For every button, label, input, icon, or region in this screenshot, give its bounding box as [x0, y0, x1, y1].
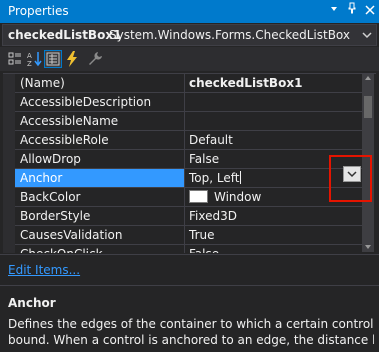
property-name: Anchor — [15, 169, 184, 188]
dropdown-arrow-icon — [331, 7, 337, 11]
property-name: BorderStyle — [15, 207, 184, 226]
events-icon — [67, 51, 77, 67]
property-row-accessibledescription[interactable]: AccessibleDescription — [3, 93, 363, 112]
property-value[interactable]: False — [184, 245, 363, 253]
description-line: Defines the edges of the container to wh… — [8, 317, 374, 331]
text-caret — [240, 171, 242, 184]
alphabetical-icon: A Z — [27, 52, 42, 68]
close-icon — [365, 5, 375, 15]
description-title: Anchor — [8, 296, 56, 310]
object-selector-dropdown[interactable]: checkedListBox1 System.Windows.Forms.Che… — [2, 24, 377, 46]
property-value[interactable]: True — [184, 226, 363, 245]
close-button[interactable] — [362, 2, 378, 20]
property-name: BackColor — [15, 188, 184, 207]
svg-text:Z: Z — [27, 60, 32, 68]
property-row-causesvalidation[interactable]: CausesValidation True — [3, 226, 363, 245]
chevron-down-icon — [362, 32, 372, 39]
property-value[interactable] — [184, 112, 363, 131]
description-pane: Anchor Defines the edges of the containe… — [0, 285, 379, 352]
property-value: Top, Left — [189, 171, 240, 185]
property-pages-button[interactable] — [86, 50, 104, 68]
description-line: bound. When a control is anchored to an … — [8, 333, 374, 347]
edit-items-link[interactable]: Edit Items... — [8, 263, 80, 277]
property-row-accessiblename[interactable]: AccessibleName — [3, 112, 363, 131]
properties-icon — [46, 52, 60, 66]
categorized-icon — [8, 52, 21, 65]
scrollbar-thumb[interactable] — [364, 96, 372, 118]
svg-text:A: A — [27, 52, 32, 60]
title-bar: Properties — [0, 0, 379, 23]
property-row-name[interactable]: (Name) checkedListBox1 — [3, 74, 363, 93]
property-value: Window — [214, 190, 262, 204]
property-name: (Name) — [15, 74, 184, 93]
property-name: AccessibleName — [15, 112, 184, 131]
property-name: AccessibleDescription — [15, 93, 184, 112]
property-row-anchor[interactable]: Anchor Top, Left — [3, 169, 363, 188]
property-row-checkonclick[interactable]: CheckOnClick False — [3, 245, 363, 253]
color-swatch — [189, 190, 208, 203]
description-text: Defines the edges of the container to wh… — [8, 316, 374, 348]
properties-button[interactable] — [44, 50, 62, 68]
events-button[interactable] — [63, 50, 81, 68]
scroll-down-arrow-icon[interactable] — [365, 245, 371, 249]
wrench-icon — [89, 52, 102, 65]
pin-icon — [348, 2, 356, 14]
selected-object-type: System.Windows.Forms.CheckedListBox — [109, 28, 351, 42]
property-value[interactable] — [184, 93, 363, 112]
property-name: AccessibleRole — [15, 131, 184, 150]
property-value[interactable]: checkedListBox1 — [184, 74, 363, 93]
property-value[interactable]: Default — [184, 131, 363, 150]
property-name: CheckOnClick — [15, 245, 184, 253]
property-row-borderstyle[interactable]: BorderStyle Fixed3D — [3, 207, 363, 226]
properties-window: Properties checkedListBox1 System.Window… — [0, 0, 379, 352]
scroll-up-arrow-icon[interactable] — [365, 76, 371, 80]
auto-hide-pin-button[interactable] — [344, 2, 360, 20]
property-row-allowdrop[interactable]: AllowDrop False — [3, 150, 363, 169]
property-row-backcolor[interactable]: BackColor Window — [3, 188, 363, 207]
commands-pane: Edit Items... — [0, 254, 379, 284]
window-title: Properties — [8, 4, 69, 18]
property-grid: (Name) checkedListBox1 AccessibleDescrip… — [3, 73, 376, 253]
property-row-accessiblerole[interactable]: AccessibleRole Default — [3, 131, 363, 150]
properties-toolbar: A Z — [0, 47, 379, 71]
property-value[interactable]: Fixed3D — [184, 207, 363, 226]
alphabetical-button[interactable]: A Z — [25, 50, 43, 68]
window-options-button[interactable] — [326, 2, 342, 20]
property-name: AllowDrop — [15, 150, 184, 169]
highlight-annotation — [329, 155, 372, 202]
categorized-button[interactable] — [6, 50, 24, 68]
property-name: CausesValidation — [15, 226, 184, 245]
selected-object-name: checkedListBox1 — [8, 28, 122, 42]
